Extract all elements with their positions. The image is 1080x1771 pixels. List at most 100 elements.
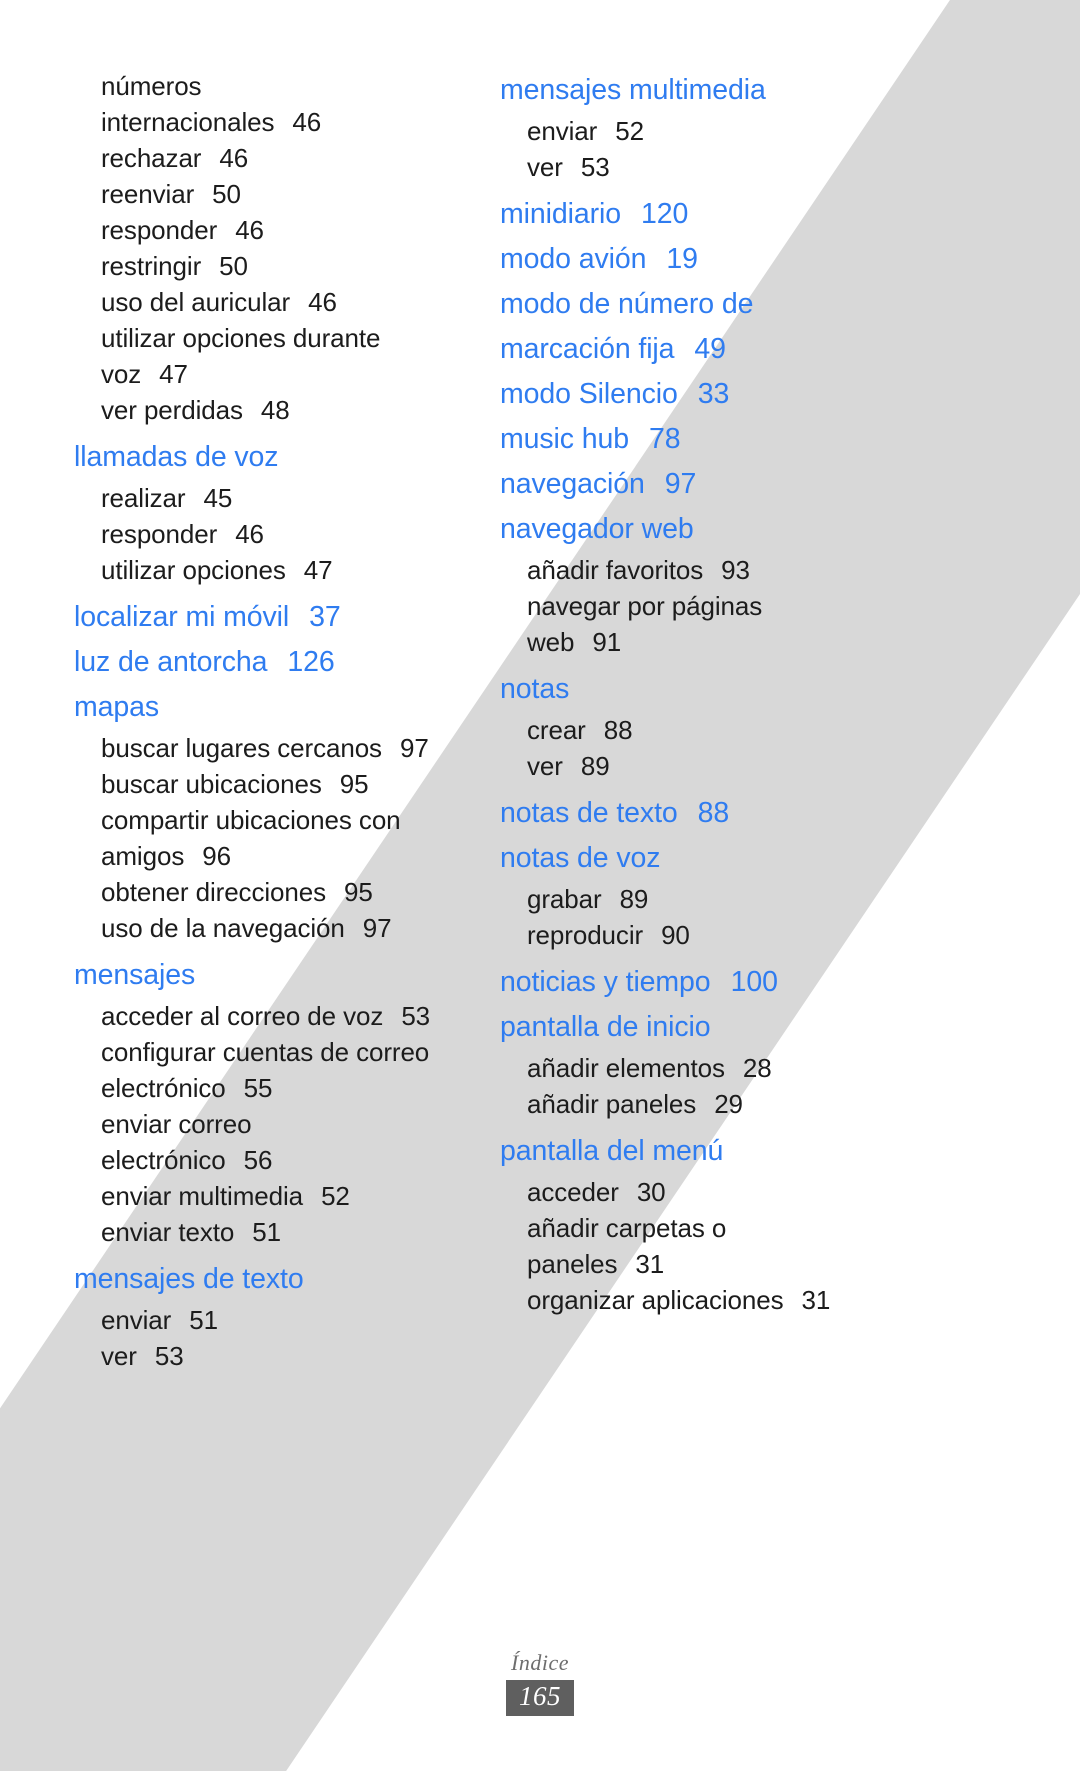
index-entry-heading[interactable]: mensajes multimedia	[500, 68, 900, 113]
index-entry-sub[interactable]: ver 53	[527, 149, 900, 185]
index-entry-sub[interactable]: buscar lugares cercanos 97	[101, 730, 474, 766]
index-entry-heading[interactable]: notas	[500, 667, 900, 712]
index-column-left: números internacionales 46 rechazar 46 reenvi…	[74, 68, 474, 1374]
index-entry-label: mensajes multimedia	[500, 74, 766, 106]
index-entry-heading[interactable]: pantalla de inicio	[500, 1005, 900, 1050]
index-entry-heading[interactable]: minidiario 120	[500, 192, 900, 237]
index-entry-label: realizar	[101, 483, 186, 513]
index-entry-heading[interactable]: notas de texto 88	[500, 791, 900, 836]
index-entry-label: electrónico	[101, 1145, 226, 1175]
index-entry-heading[interactable]: mapas	[74, 685, 474, 730]
index-entry-heading[interactable]: modo de número de	[500, 282, 900, 327]
index-entry-sub[interactable]: ver 89	[527, 748, 900, 784]
index-entry-sub[interactable]: enviar 51	[101, 1302, 474, 1338]
index-entry-label: añadir favoritos	[527, 555, 704, 585]
index-entry-sub[interactable]: acceder al correo de voz 53	[101, 998, 474, 1034]
index-entry-sub[interactable]: ver 53	[101, 1338, 474, 1374]
index-entry-sub[interactable]: navegar por páginas	[527, 588, 900, 624]
index-entry-page: 95	[339, 769, 369, 799]
index-entry-sub[interactable]: paneles 31	[527, 1246, 900, 1282]
index-entry-sub[interactable]: internacionales 46	[101, 104, 474, 140]
index-entry-sub[interactable]: electrónico 55	[101, 1070, 474, 1106]
index-entry-sub[interactable]: uso del auricular 46	[101, 284, 474, 320]
index-entry-sub[interactable]: reproducir 90	[527, 917, 900, 953]
index-entry-sub[interactable]: añadir favoritos 93	[527, 552, 900, 588]
index-entry-heading[interactable]: mensajes	[74, 953, 474, 998]
index-entry-heading[interactable]: marcación fija 49	[500, 327, 900, 372]
index-entry-sub[interactable]: números	[101, 68, 474, 104]
index-entry-heading[interactable]: noticias y tiempo 100	[500, 960, 900, 1005]
index-entry-sub[interactable]: responder 46	[101, 516, 474, 552]
index-entry-sub[interactable]: añadir elementos 28	[527, 1050, 900, 1086]
index-entry-heading[interactable]: localizar mi móvil 37	[74, 595, 474, 640]
index-entry-sub[interactable]: utilizar opciones durante	[101, 320, 474, 356]
index-entry-label: voz	[101, 359, 142, 389]
index-entry-label: navegación	[500, 468, 645, 500]
index-entry-sub[interactable]: rechazar 46	[101, 140, 474, 176]
index-entry-label: uso del auricular	[101, 287, 291, 317]
index-entry-sub[interactable]: grabar 89	[527, 881, 900, 917]
index-entry-sub[interactable]: crear 88	[527, 712, 900, 748]
index-entry-heading[interactable]: navegación 97	[500, 462, 900, 507]
index-entry-page: 100	[730, 966, 778, 998]
index-entry-heading[interactable]: modo avión 19	[500, 237, 900, 282]
index-entry-label: enviar texto	[101, 1217, 235, 1247]
index-entry-sub[interactable]: enviar texto 51	[101, 1214, 474, 1250]
index-entry-heading[interactable]: mensajes de texto	[74, 1257, 474, 1302]
index-entry-label: enviar	[527, 116, 598, 146]
index-entry-sub[interactable]: reenviar 50	[101, 176, 474, 212]
index-entry-sub[interactable]: enviar multimedia 52	[101, 1178, 474, 1214]
index-entry-label: ver	[527, 751, 563, 781]
index-entry-label: navegador web	[500, 513, 694, 545]
index-entry-page: 31	[635, 1249, 665, 1279]
index-entry-sub[interactable]: acceder 30	[527, 1174, 900, 1210]
index-entry-page: 50	[212, 179, 241, 209]
index-entry-sub[interactable]: compartir ubicaciones con	[101, 802, 474, 838]
index-entry-sub[interactable]: electrónico 56	[101, 1142, 474, 1178]
index-entry-page: 93	[721, 555, 750, 585]
index-entry-sub[interactable]: obtener direcciones 95	[101, 874, 474, 910]
index-entry-sub[interactable]: responder 46	[101, 212, 474, 248]
index-entry-sub[interactable]: añadir paneles 29	[527, 1086, 900, 1122]
index-entry-heading[interactable]: music hub 78	[500, 417, 900, 462]
index-entry-label: amigos	[101, 841, 185, 871]
index-entry-page: 46	[219, 143, 249, 173]
index-entry-label: enviar	[101, 1305, 172, 1335]
index-entry-sub[interactable]: organizar aplicaciones 31	[527, 1282, 900, 1318]
index-entry-sub[interactable]: añadir carpetas o	[527, 1210, 900, 1246]
index-entry-sub[interactable]: enviar correo	[101, 1106, 474, 1142]
index-entry-sub[interactable]: uso de la navegación 97	[101, 910, 474, 946]
index-entry-sub[interactable]: realizar 45	[101, 480, 474, 516]
index-entry-heading[interactable]: navegador web	[500, 507, 900, 552]
index-entry-sub[interactable]: enviar 52	[527, 113, 900, 149]
index-entry-sub[interactable]: ver perdidas 48	[101, 392, 474, 428]
index-entry-page: 52	[321, 1181, 350, 1211]
index-entry-label: luz de antorcha	[74, 646, 268, 678]
index-entry-sub[interactable]: restringir 50	[101, 248, 474, 284]
index-entry-heading[interactable]: modo Silencio 33	[500, 372, 900, 417]
index-entry-sub[interactable]: voz 47	[101, 356, 474, 392]
index-entry-heading[interactable]: luz de antorcha 126	[74, 640, 474, 685]
index-entry-sub[interactable]: amigos 96	[101, 838, 474, 874]
index-entry-label: números	[101, 71, 202, 101]
index-entry-label: modo avión	[500, 243, 647, 275]
index-entry-heading[interactable]: notas de voz	[500, 836, 900, 881]
index-entry-page: 30	[636, 1177, 666, 1207]
index-entry-sub[interactable]: web 91	[527, 624, 900, 660]
index-entry-label: utilizar opciones	[101, 555, 286, 585]
index-entry-label: ver	[101, 1341, 137, 1371]
index-entry-label: enviar correo	[101, 1109, 252, 1139]
index-entry-heading[interactable]: pantalla del menú	[500, 1129, 900, 1174]
index-entry-label: buscar ubicaciones	[101, 769, 322, 799]
index-entry-label: añadir carpetas o	[527, 1213, 727, 1243]
page-footer: Índice 165	[0, 1650, 1080, 1716]
index-entry-sub[interactable]: buscar ubicaciones 95	[101, 766, 474, 802]
index-entry-label: uso de la navegación	[101, 913, 345, 943]
index-entry-sub[interactable]: configurar cuentas de correo	[101, 1034, 474, 1070]
index-entry-sub[interactable]: utilizar opciones 47	[101, 552, 474, 588]
index-entry-page: 45	[203, 483, 233, 513]
index-entry-heading[interactable]: llamadas de voz	[74, 435, 474, 480]
